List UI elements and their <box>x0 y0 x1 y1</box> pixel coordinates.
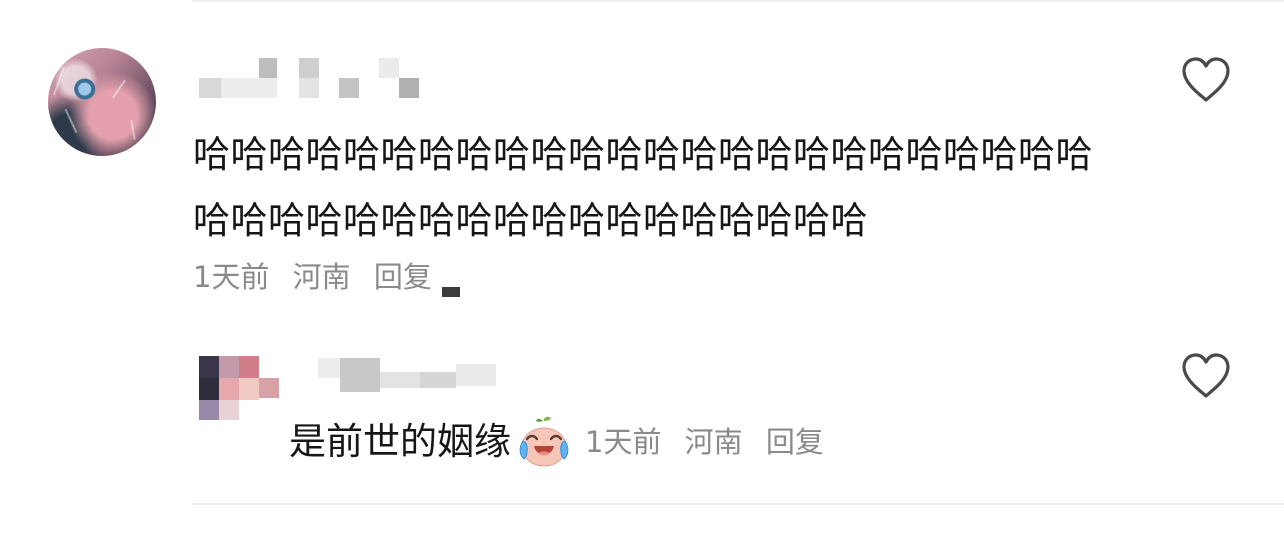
reply-time: 1天前 <box>585 425 662 459</box>
reply-location: 河南 <box>684 425 743 459</box>
reply-row: 是前世的姻缘 1天前 河南 回复 <box>289 415 838 469</box>
reply-meta: 1天前 河南 回复 <box>585 418 838 466</box>
comment-text[interactable]: 哈哈哈哈哈哈哈哈哈哈哈哈哈哈哈哈哈哈哈哈哈哈哈哈哈哈哈哈哈哈哈哈哈哈哈哈哈哈哈哈… <box>193 122 1098 254</box>
comment-meta: 1天前 河南 回复 <box>193 257 460 297</box>
crying-laughing-emoji-icon <box>517 415 571 469</box>
comment-location: 河南 <box>292 260 351 294</box>
avatar[interactable] <box>48 48 156 156</box>
heart-outline-icon <box>1182 57 1230 102</box>
reply-button[interactable]: 回复 <box>374 260 432 294</box>
heart-outline-icon <box>1182 353 1230 398</box>
reply-like-button[interactable] <box>1180 352 1232 400</box>
username-redacted[interactable] <box>199 58 429 98</box>
like-button[interactable] <box>1180 56 1232 104</box>
reply-avatar[interactable] <box>199 356 281 420</box>
comment-time: 1天前 <box>193 260 270 294</box>
top-divider <box>192 0 1284 2</box>
reply-username-redacted[interactable] <box>318 354 508 394</box>
bottom-divider <box>192 503 1284 505</box>
mosaic-block <box>442 287 460 297</box>
reply-text[interactable]: 是前世的姻缘 <box>289 418 511 466</box>
reply-reply-button[interactable]: 回复 <box>766 425 824 459</box>
